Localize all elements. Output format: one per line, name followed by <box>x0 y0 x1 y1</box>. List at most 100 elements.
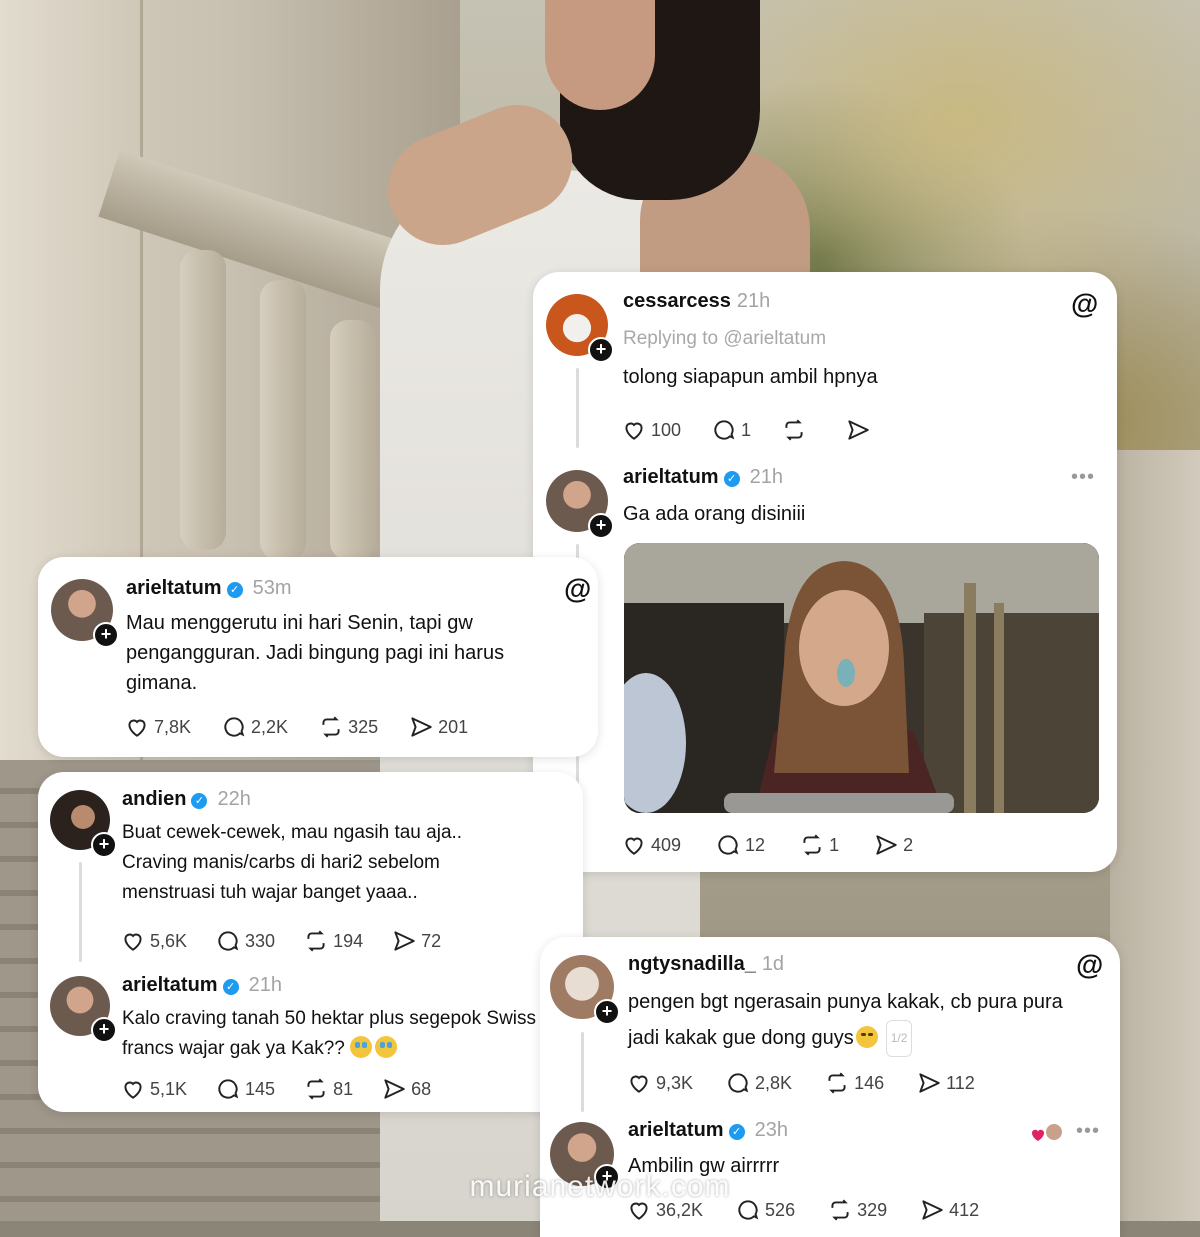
repost-button[interactable]: 81 <box>303 1076 353 1102</box>
comment-count: 1 <box>741 419 752 440</box>
share-icon <box>848 420 869 440</box>
heart-icon <box>128 719 146 737</box>
thread-line <box>79 862 82 962</box>
comment-button[interactable]: 12 <box>715 832 765 858</box>
thread-card-cessarcess: @ + cessarcess 21h Replying to @arieltatu… <box>533 272 1117 872</box>
heart-icon <box>124 1081 142 1099</box>
thread-card-arieltatum: @ + arieltatum ✓ 53m Mau menggerutu ini ha… <box>38 557 598 757</box>
post-text: Ga ada orang disiniii <box>623 503 806 525</box>
follow-plus-icon[interactable]: + <box>588 513 614 539</box>
like-button[interactable]: 9,3K <box>626 1070 693 1096</box>
relieved-emoji-icon <box>855 1026 878 1048</box>
repost-icon <box>785 419 803 441</box>
post-media-gif[interactable] <box>624 543 1099 813</box>
post-actions: 100 1 <box>621 417 875 443</box>
username[interactable]: arieltatum <box>126 577 222 599</box>
repost-icon <box>307 930 325 952</box>
post-time: 21h <box>736 290 771 312</box>
post-actions: 409 12 1 2 <box>621 832 913 858</box>
repost-button[interactable]: 325 <box>318 714 378 740</box>
heart-icon <box>630 1075 648 1093</box>
share-button[interactable]: 2 <box>873 832 913 858</box>
share-icon <box>919 1073 940 1093</box>
thread-card-andien: + andien ✓ 22h Buat cewek-cewek, mau ngasi… <box>38 772 583 1112</box>
more-icon[interactable]: ••• <box>1071 466 1095 489</box>
share-button[interactable]: 112 <box>916 1070 975 1096</box>
repost-count: 1 <box>829 834 840 855</box>
username[interactable]: arieltatum <box>122 974 218 996</box>
crying-emoji-icon <box>375 1036 398 1058</box>
comment-icon <box>224 717 245 737</box>
repost-icon <box>828 1072 846 1094</box>
post-text: pengen bgt ngerasain punya kakak, cb pur… <box>628 985 1098 1057</box>
verified-icon: ✓ <box>723 471 740 487</box>
username[interactable]: andien <box>122 788 186 810</box>
follow-plus-icon[interactable]: + <box>91 832 117 858</box>
follow-plus-icon[interactable]: + <box>93 622 119 648</box>
like-button[interactable]: 100 <box>621 417 681 443</box>
verified-icon: ✓ <box>191 793 208 809</box>
comment-icon <box>728 1073 749 1093</box>
threads-logo-icon[interactable]: @ <box>1076 951 1103 979</box>
repost-count: 325 <box>348 716 379 737</box>
post-actions: 5,1K 145 81 68 <box>120 1076 431 1102</box>
comment-button[interactable]: 1 <box>711 417 751 443</box>
like-count: 5,1K <box>150 1078 188 1099</box>
comment-icon <box>714 420 735 440</box>
like-button[interactable]: 5,1K <box>120 1076 187 1102</box>
share-button[interactable] <box>845 417 875 443</box>
verified-icon: ✓ <box>222 979 239 995</box>
post-text-content: Kalo craving tanah 50 hektar plus segepo… <box>122 1008 537 1059</box>
post-text: Buat cewek-cewek, mau ngasih tau aja.. C… <box>122 822 463 903</box>
like-button[interactable]: 7,8K <box>124 714 191 740</box>
liked-by-creator-icon <box>1030 1121 1064 1152</box>
share-icon <box>384 1079 405 1099</box>
crying-emoji-icon <box>350 1036 373 1058</box>
follow-plus-icon[interactable]: + <box>594 999 620 1025</box>
share-button[interactable]: 201 <box>408 714 468 740</box>
comment-button[interactable]: 330 <box>215 928 275 954</box>
repost-button[interactable]: 1 <box>799 832 839 858</box>
repost-button[interactable] <box>781 417 811 443</box>
share-count: 72 <box>421 930 442 951</box>
comment-icon <box>218 1079 239 1099</box>
share-button[interactable]: 68 <box>381 1076 431 1102</box>
share-button[interactable]: 72 <box>391 928 441 954</box>
repost-button[interactable]: 194 <box>303 928 363 954</box>
heart-icon <box>124 933 142 951</box>
comment-count: 330 <box>245 930 276 951</box>
more-icon[interactable]: ••• <box>1076 1120 1100 1143</box>
share-count: 68 <box>411 1078 432 1099</box>
comment-button[interactable]: 145 <box>215 1076 275 1102</box>
follow-plus-icon[interactable]: + <box>91 1017 117 1043</box>
username[interactable]: cessarcess <box>623 290 731 312</box>
comment-count: 145 <box>245 1078 276 1099</box>
page-indicator: 1/2 <box>885 1020 913 1057</box>
watermark: murianetwork.com <box>469 1170 731 1203</box>
threads-logo-icon[interactable]: @ <box>564 575 591 603</box>
like-button[interactable]: 5,6K <box>120 928 187 954</box>
verified-icon: ✓ <box>728 1124 745 1140</box>
username[interactable]: ngtysnadilla_ <box>628 953 756 975</box>
repost-icon <box>322 716 340 738</box>
comment-count: 2,2K <box>251 716 289 737</box>
comment-button[interactable]: 2,8K <box>725 1070 792 1096</box>
comment-count: 12 <box>745 834 766 855</box>
thread-line <box>576 368 579 448</box>
repost-button[interactable]: 146 <box>824 1070 884 1096</box>
comment-count: 2,8K <box>755 1072 793 1093</box>
like-count: 100 <box>651 419 682 440</box>
follow-plus-icon[interactable]: + <box>588 337 614 363</box>
threads-logo-icon[interactable]: @ <box>1071 290 1098 318</box>
like-button[interactable]: 409 <box>621 832 681 858</box>
username[interactable]: arieltatum <box>623 466 719 488</box>
repost-count: 146 <box>854 1072 885 1093</box>
verified-icon: ✓ <box>226 582 243 598</box>
username[interactable]: arieltatum <box>628 1119 724 1141</box>
share-icon <box>394 931 415 951</box>
post-actions: 7,8K 2,2K 325 201 <box>124 714 468 740</box>
repost-count: 194 <box>333 930 364 951</box>
post-text: Mau menggerutu ini hari Senin, tapi gw p… <box>126 612 505 694</box>
comment-button[interactable]: 2,2K <box>221 714 288 740</box>
replying-to[interactable]: Replying to @arieltatum <box>623 328 826 350</box>
